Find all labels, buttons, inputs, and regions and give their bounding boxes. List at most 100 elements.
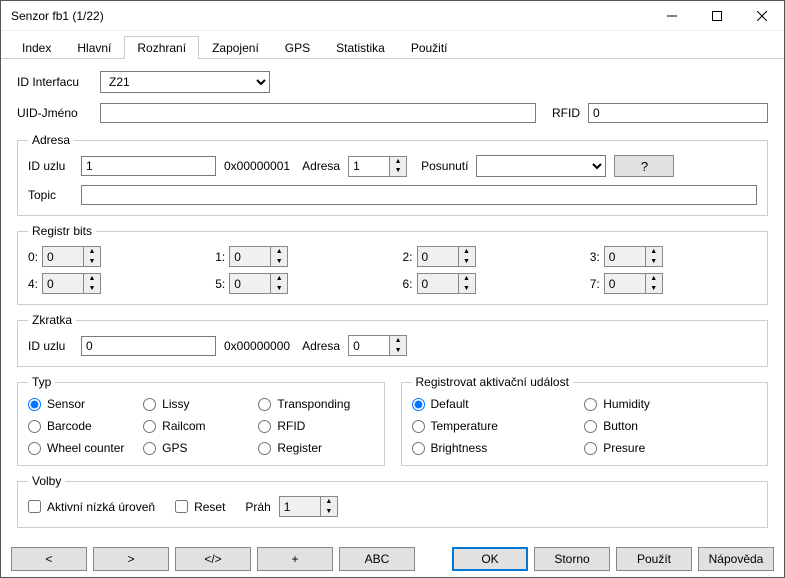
adresa-iduzlu-input[interactable] bbox=[81, 156, 216, 176]
reset-input[interactable] bbox=[175, 500, 188, 513]
regbit-6-input[interactable] bbox=[418, 274, 458, 293]
zkratka-iduzlu-input[interactable] bbox=[81, 336, 216, 356]
tab-statistika[interactable]: Statistika bbox=[323, 36, 398, 59]
regbit-3-down[interactable]: ▼ bbox=[646, 257, 662, 267]
tab-zapojeni[interactable]: Zapojení bbox=[199, 36, 272, 59]
typ-radio-0-input[interactable] bbox=[28, 398, 41, 411]
regbit-7-up[interactable]: ▲ bbox=[646, 274, 662, 284]
regbit-7-down[interactable]: ▼ bbox=[646, 284, 662, 294]
regbit-3-input[interactable] bbox=[605, 247, 645, 266]
typ-radio-6-input[interactable] bbox=[28, 442, 41, 455]
active-low-checkbox[interactable]: Aktivní nízká úroveň bbox=[28, 500, 155, 514]
typ-radio-1-input[interactable] bbox=[143, 398, 156, 411]
reset-checkbox[interactable]: Reset bbox=[175, 500, 225, 514]
adresa-adresa-down[interactable]: ▼ bbox=[390, 166, 406, 176]
regbit-5-spinner[interactable]: ▲▼ bbox=[229, 273, 288, 294]
regbit-7-spinner[interactable]: ▲▼ bbox=[604, 273, 663, 294]
reg-radio-temperature[interactable]: Temperature bbox=[412, 419, 585, 433]
prah-spinner[interactable]: ▲▼ bbox=[279, 496, 338, 517]
zkratka-adresa-down[interactable]: ▼ bbox=[390, 346, 406, 356]
regbit-3-up[interactable]: ▲ bbox=[646, 247, 662, 257]
napoveda-button[interactable]: Nápověda bbox=[698, 547, 774, 571]
typ-radio-5-input[interactable] bbox=[258, 420, 271, 433]
id-interface-select[interactable]: Z21 bbox=[100, 71, 270, 93]
reg-radio-1-input[interactable] bbox=[584, 398, 597, 411]
typ-radio-sensor[interactable]: Sensor bbox=[28, 397, 143, 411]
zkratka-adresa-spinner[interactable]: ▲▼ bbox=[348, 335, 407, 356]
maximize-button[interactable] bbox=[694, 1, 739, 31]
prah-up[interactable]: ▲ bbox=[321, 497, 337, 507]
regbit-5-down[interactable]: ▼ bbox=[271, 284, 287, 294]
reg-radio-presure[interactable]: Presure bbox=[584, 441, 757, 455]
code-button[interactable]: </> bbox=[175, 547, 251, 571]
regbit-1-up[interactable]: ▲ bbox=[271, 247, 287, 257]
posunuti-select[interactable] bbox=[476, 155, 606, 177]
reg-radio-humidity[interactable]: Humidity bbox=[584, 397, 757, 411]
zkratka-adresa-input[interactable] bbox=[349, 336, 389, 355]
reg-radio-4-input[interactable] bbox=[412, 442, 425, 455]
regbit-4-down[interactable]: ▼ bbox=[84, 284, 100, 294]
storno-button[interactable]: Storno bbox=[534, 547, 610, 571]
regbit-0-up[interactable]: ▲ bbox=[84, 247, 100, 257]
regbit-1-down[interactable]: ▼ bbox=[271, 257, 287, 267]
typ-radio-wheel-counter[interactable]: Wheel counter bbox=[28, 441, 143, 455]
adresa-adresa-spinner[interactable]: ▲▼ bbox=[348, 156, 407, 177]
regbit-2-down[interactable]: ▼ bbox=[459, 257, 475, 267]
minimize-button[interactable] bbox=[649, 1, 694, 31]
close-button[interactable] bbox=[739, 1, 784, 31]
regbit-2-input[interactable] bbox=[418, 247, 458, 266]
reg-radio-brightness[interactable]: Brightness bbox=[412, 441, 585, 455]
regbit-4-input[interactable] bbox=[43, 274, 83, 293]
rfid-input[interactable] bbox=[588, 103, 768, 123]
tab-gps[interactable]: GPS bbox=[272, 36, 323, 59]
typ-radio-railcom[interactable]: Railcom bbox=[143, 419, 258, 433]
tab-hlavni[interactable]: Hlavní bbox=[64, 36, 124, 59]
regbit-2-spinner[interactable]: ▲▼ bbox=[417, 246, 476, 267]
tab-pouziti[interactable]: Použití bbox=[398, 36, 461, 59]
regbit-6-down[interactable]: ▼ bbox=[459, 284, 475, 294]
typ-radio-8-input[interactable] bbox=[258, 442, 271, 455]
typ-radio-3-input[interactable] bbox=[28, 420, 41, 433]
prah-down[interactable]: ▼ bbox=[321, 507, 337, 517]
reg-radio-button[interactable]: Button bbox=[584, 419, 757, 433]
prah-input[interactable] bbox=[280, 497, 320, 516]
regbit-1-spinner[interactable]: ▲▼ bbox=[229, 246, 288, 267]
abc-button[interactable]: ABC bbox=[339, 547, 415, 571]
regbit-1-input[interactable] bbox=[230, 247, 270, 266]
regbit-5-up[interactable]: ▲ bbox=[271, 274, 287, 284]
typ-radio-lissy[interactable]: Lissy bbox=[143, 397, 258, 411]
typ-radio-rfid[interactable]: RFID bbox=[258, 419, 373, 433]
prev-button[interactable]: < bbox=[11, 547, 87, 571]
regbit-5-input[interactable] bbox=[230, 274, 270, 293]
typ-radio-7-input[interactable] bbox=[143, 442, 156, 455]
reg-radio-0-input[interactable] bbox=[412, 398, 425, 411]
plus-button[interactable]: + bbox=[257, 547, 333, 571]
topic-input[interactable] bbox=[81, 185, 757, 205]
regbit-4-spinner[interactable]: ▲▼ bbox=[42, 273, 101, 294]
regbit-6-spinner[interactable]: ▲▼ bbox=[417, 273, 476, 294]
typ-radio-2-input[interactable] bbox=[258, 398, 271, 411]
typ-radio-barcode[interactable]: Barcode bbox=[28, 419, 143, 433]
typ-radio-transponding[interactable]: Transponding bbox=[258, 397, 373, 411]
adresa-adresa-input[interactable] bbox=[349, 157, 389, 176]
reg-radio-5-input[interactable] bbox=[584, 442, 597, 455]
pouzit-button[interactable]: Použít bbox=[616, 547, 692, 571]
tab-index[interactable]: Index bbox=[9, 36, 64, 59]
regbit-7-input[interactable] bbox=[605, 274, 645, 293]
next-button[interactable]: > bbox=[93, 547, 169, 571]
typ-radio-gps[interactable]: GPS bbox=[143, 441, 258, 455]
regbit-2-up[interactable]: ▲ bbox=[459, 247, 475, 257]
regbit-0-down[interactable]: ▼ bbox=[84, 257, 100, 267]
regbit-0-input[interactable] bbox=[43, 247, 83, 266]
regbit-3-spinner[interactable]: ▲▼ bbox=[604, 246, 663, 267]
tab-rozhrani[interactable]: Rozhraní bbox=[124, 36, 199, 59]
reg-radio-3-input[interactable] bbox=[584, 420, 597, 433]
typ-radio-4-input[interactable] bbox=[143, 420, 156, 433]
posunuti-help-button[interactable]: ? bbox=[614, 155, 674, 177]
uid-name-input[interactable] bbox=[100, 103, 536, 123]
regbit-4-up[interactable]: ▲ bbox=[84, 274, 100, 284]
regbit-6-up[interactable]: ▲ bbox=[459, 274, 475, 284]
active-low-input[interactable] bbox=[28, 500, 41, 513]
zkratka-adresa-up[interactable]: ▲ bbox=[390, 336, 406, 346]
adresa-adresa-up[interactable]: ▲ bbox=[390, 157, 406, 167]
